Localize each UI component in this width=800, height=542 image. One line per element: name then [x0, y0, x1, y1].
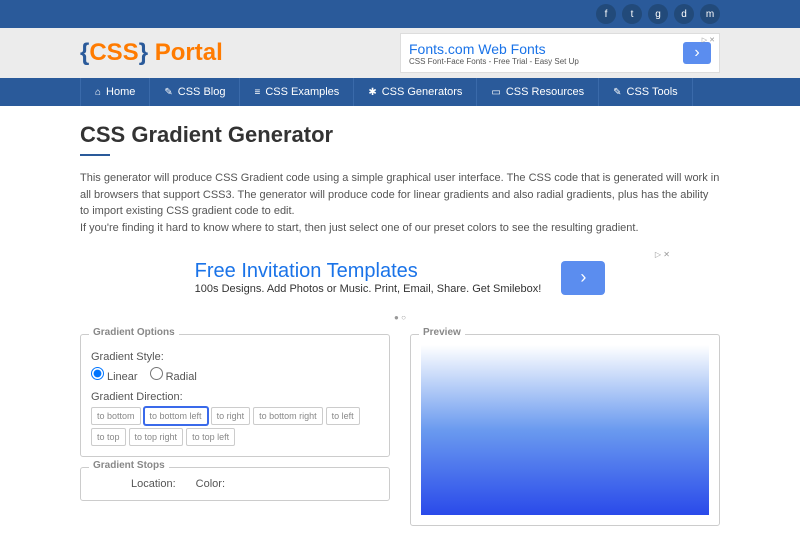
- home-icon: ⌂: [95, 87, 101, 98]
- window-icon: ▭: [491, 87, 500, 98]
- description: This generator will produce CSS Gradient…: [80, 170, 720, 236]
- gradient-options-panel: Gradient Options Gradient Style: Linear …: [80, 334, 390, 457]
- list-icon: ≡: [254, 87, 260, 98]
- ad-close-icon[interactable]: ▷ ✕: [702, 36, 715, 44]
- nav-blog[interactable]: ✎CSS Blog: [150, 78, 240, 106]
- radio-linear[interactable]: Linear: [91, 367, 138, 383]
- carousel-dots[interactable]: ● ○: [80, 313, 720, 322]
- nav-resources[interactable]: ▭CSS Resources: [477, 78, 599, 106]
- nav-examples[interactable]: ≡CSS Examples: [240, 78, 354, 106]
- radial-radio[interactable]: [150, 367, 163, 380]
- gear-icon: ✱: [368, 87, 376, 98]
- googleplus-icon[interactable]: g: [648, 4, 668, 24]
- nav-home[interactable]: ⌂Home: [80, 78, 150, 106]
- ad-close-icon[interactable]: ▷ ✕: [655, 250, 670, 259]
- dir-button[interactable]: to top left: [186, 428, 235, 446]
- radio-radial[interactable]: Radial: [150, 367, 197, 383]
- main-nav: ⌂Home ✎CSS Blog ≡CSS Examples ✱CSS Gener…: [0, 78, 800, 106]
- panel-title: Preview: [419, 327, 465, 338]
- dir-button[interactable]: to top right: [129, 428, 184, 446]
- ad2-title: Free Invitation Templates: [195, 260, 542, 283]
- panel-title: Gradient Options: [89, 327, 179, 338]
- arrow-right-icon[interactable]: ›: [683, 42, 711, 64]
- twitter-icon[interactable]: t: [622, 4, 642, 24]
- panel-title: Gradient Stops: [89, 460, 169, 471]
- dir-button[interactable]: to right: [211, 407, 251, 425]
- pencil-icon: ✎: [164, 87, 172, 98]
- page-title: CSS Gradient Generator: [80, 122, 720, 148]
- dir-button[interactable]: to left: [326, 407, 360, 425]
- ad2-subtitle: 100s Designs. Add Photos or Music. Print…: [195, 283, 542, 295]
- style-label: Gradient Style:: [91, 351, 379, 363]
- location-label: Location:: [131, 478, 176, 490]
- dribbble-icon[interactable]: d: [674, 4, 694, 24]
- dir-button[interactable]: to top: [91, 428, 126, 446]
- gradient-preview: [421, 345, 709, 515]
- wrench-icon: ✎: [613, 87, 621, 98]
- direction-label: Gradient Direction:: [91, 391, 379, 403]
- color-label: Color:: [196, 478, 225, 490]
- dir-button[interactable]: to bottom right: [253, 407, 323, 425]
- ad-subtitle: CSS Font-Face Fonts - Free Trial - Easy …: [409, 57, 579, 66]
- facebook-icon[interactable]: f: [596, 4, 616, 24]
- top-bar: f t g d m: [0, 0, 800, 28]
- mail-icon[interactable]: m: [700, 4, 720, 24]
- preview-panel: Preview: [410, 334, 720, 526]
- gradient-stops-panel: Gradient Stops Location: Color:: [80, 467, 390, 501]
- nav-tools[interactable]: ✎CSS Tools: [599, 78, 693, 106]
- ad-banner-mid[interactable]: Free Invitation Templates 100s Designs. …: [80, 250, 720, 305]
- dir-button[interactable]: to bottom left: [144, 407, 208, 425]
- ad-title: Fonts.com Web Fonts: [409, 41, 579, 57]
- nav-generators[interactable]: ✱CSS Generators: [354, 78, 477, 106]
- dir-button[interactable]: to bottom: [91, 407, 141, 425]
- direction-grid: to bottom to bottom left to right to bot…: [91, 407, 379, 446]
- arrow-right-icon[interactable]: ›: [561, 261, 605, 295]
- ad-banner-top[interactable]: Fonts.com Web Fonts CSS Font-Face Fonts …: [400, 33, 720, 73]
- content: CSS Gradient Generator This generator wi…: [0, 106, 800, 542]
- linear-radio[interactable]: [91, 367, 104, 380]
- title-underline: [80, 154, 110, 156]
- logo[interactable]: {CSS} Portal: [80, 39, 223, 67]
- header: {CSS} Portal Fonts.com Web Fonts CSS Fon…: [0, 28, 800, 78]
